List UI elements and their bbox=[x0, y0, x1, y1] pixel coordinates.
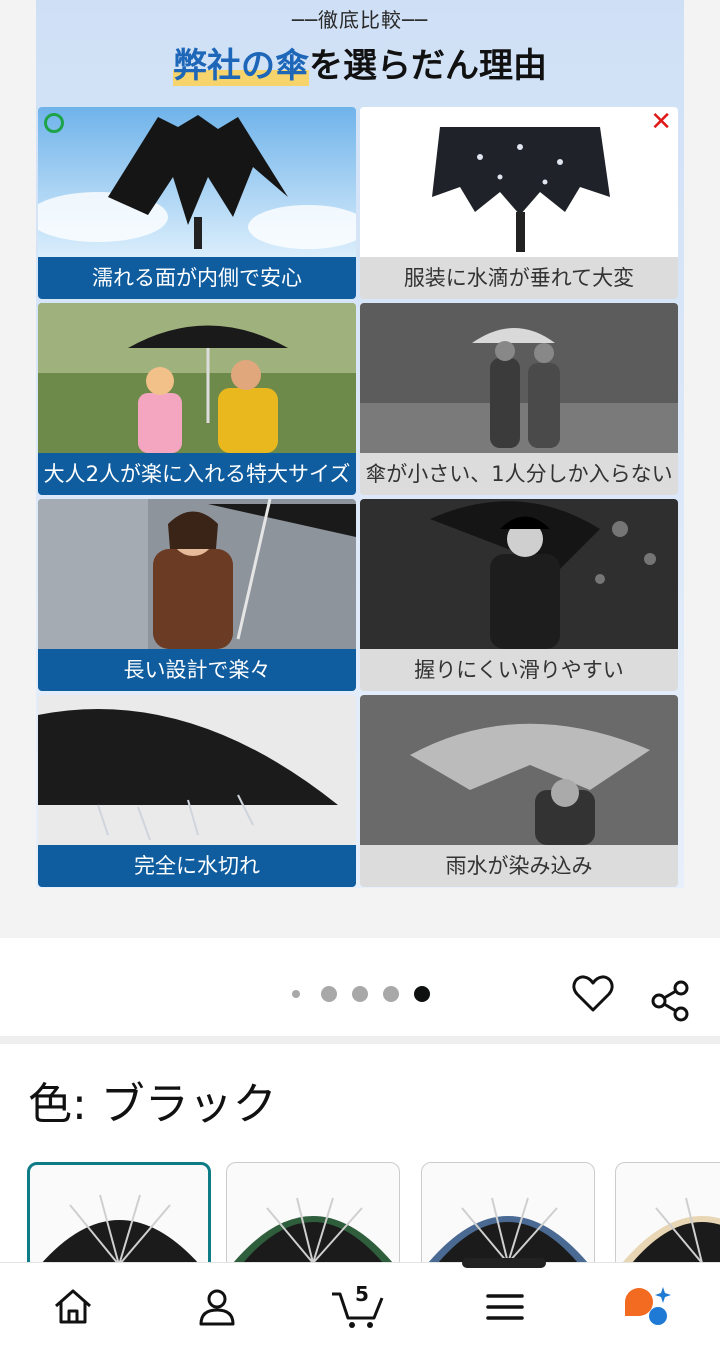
carousel-dot[interactable] bbox=[292, 990, 300, 998]
banner-subtitle: ──徹底比較── bbox=[291, 8, 429, 32]
cart-count-badge: 5 bbox=[355, 1282, 369, 1306]
color-option-green[interactable] bbox=[226, 1162, 400, 1274]
good-caption: 長い設計で楽々 bbox=[38, 649, 356, 691]
banner-title-rest: を選らだん理由 bbox=[309, 46, 547, 86]
water-repellent-canopy-image bbox=[38, 695, 356, 845]
favorite-button[interactable] bbox=[572, 974, 614, 1014]
home-indicator-handle bbox=[462, 1258, 546, 1268]
home-icon bbox=[55, 1289, 91, 1324]
comparison-good-cell: 濡れる面が内側で安心 bbox=[38, 107, 356, 299]
good-mark-icon bbox=[44, 113, 64, 133]
bad-caption: 雨水が染み込み bbox=[360, 845, 678, 887]
comparison-good-cell: 長い設計で楽々 bbox=[38, 499, 356, 691]
nav-menu[interactable] bbox=[482, 1284, 528, 1330]
comparison-good-cell: 完全に水切れ bbox=[38, 695, 356, 887]
assistant-icon bbox=[625, 1287, 671, 1325]
bad-caption: 握りにくい滑りやすい bbox=[360, 649, 678, 691]
nav-account[interactable] bbox=[194, 1284, 240, 1330]
nav-cart[interactable]: 5 bbox=[330, 1282, 386, 1330]
dripping-umbrella-image bbox=[360, 107, 678, 257]
section-divider bbox=[0, 1036, 720, 1044]
bad-caption: 傘が小さい、1人分しか入らない bbox=[360, 453, 678, 495]
umbrella-thumbnail-image bbox=[428, 1197, 588, 1264]
woman-with-long-umbrella-image bbox=[38, 499, 356, 649]
heart-icon bbox=[572, 975, 614, 1012]
nav-assistant[interactable] bbox=[622, 1284, 674, 1330]
color-selection-label: 色: ブラック bbox=[28, 1079, 277, 1130]
good-caption: 大人2人が楽に入れる特大サイズ bbox=[38, 453, 356, 495]
carousel-dot[interactable] bbox=[321, 986, 337, 1002]
good-caption: 完全に水切れ bbox=[38, 845, 356, 887]
carousel-dot[interactable] bbox=[352, 986, 368, 1002]
banner-title-highlight: 弊社の傘 bbox=[173, 46, 309, 86]
comparison-bad-cell: ✕ 服装に水滴が垂れて大変 bbox=[360, 107, 678, 299]
woman-in-bw-rain-image bbox=[360, 499, 678, 649]
share-button[interactable] bbox=[650, 980, 690, 1022]
bad-mark-icon: ✕ bbox=[650, 107, 672, 137]
banner-title: 弊社の傘を選らだん理由 bbox=[36, 38, 684, 87]
inverted-umbrella-image bbox=[38, 107, 356, 257]
color-option-beige[interactable] bbox=[615, 1162, 720, 1274]
comparison-bad-cell: 握りにくい滑りやすい bbox=[360, 499, 678, 691]
menu-icon bbox=[486, 1294, 524, 1320]
carousel-dot-active[interactable] bbox=[414, 986, 430, 1002]
bad-caption: 服装に水滴が垂れて大変 bbox=[360, 257, 678, 299]
nav-home[interactable] bbox=[50, 1284, 96, 1330]
account-icon bbox=[199, 1289, 235, 1326]
couple-in-rain-image bbox=[360, 303, 678, 453]
umbrella-thumbnail-image bbox=[233, 1197, 393, 1264]
share-icon bbox=[651, 980, 689, 1022]
carousel-dot[interactable] bbox=[383, 986, 399, 1002]
comparison-bad-cell: 雨水が染み込み bbox=[360, 695, 678, 887]
comparison-good-cell: 大人2人が楽に入れる特大サイズ bbox=[38, 303, 356, 495]
soaked-umbrella-image bbox=[360, 695, 678, 845]
product-image-area[interactable]: ──徹底比較── 弊社の傘を選らだん理由 濡れる面が内側で安心 ✕ 服装に水滴が… bbox=[0, 0, 720, 938]
umbrella-thumbnail-image bbox=[622, 1197, 720, 1264]
good-caption: 濡れる面が内側で安心 bbox=[38, 257, 356, 299]
family-under-umbrella-image bbox=[38, 303, 356, 453]
comparison-bad-cell: 傘が小さい、1人分しか入らない bbox=[360, 303, 678, 495]
